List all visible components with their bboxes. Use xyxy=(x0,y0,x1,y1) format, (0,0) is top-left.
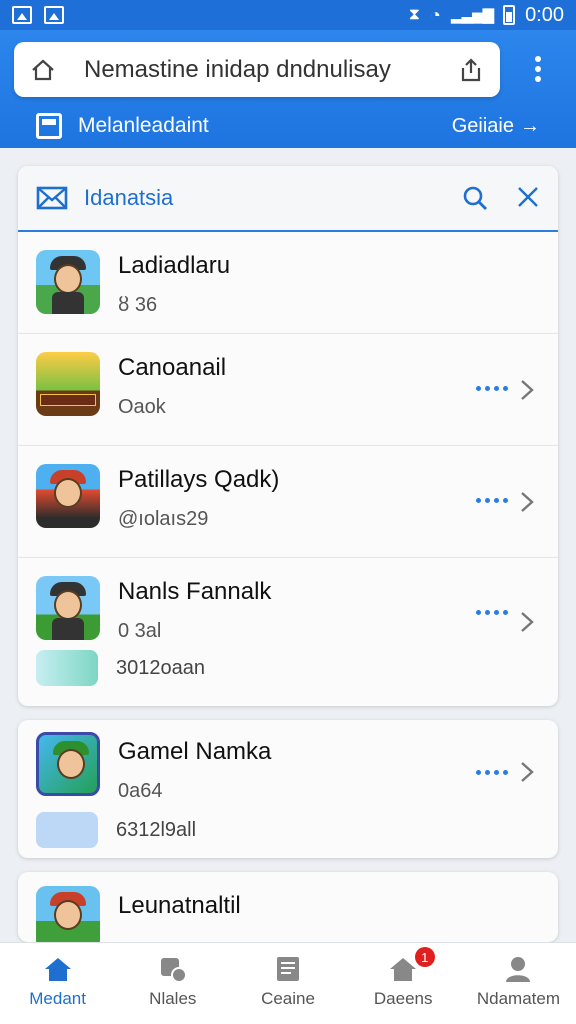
nav-label: Medant xyxy=(29,989,86,1008)
app-name: Nanls Fannalk xyxy=(118,578,272,605)
mail-icon xyxy=(36,186,68,210)
app-header: Nemastine inidap dndnulisay Melanleadain… xyxy=(0,30,576,148)
nav-label: Daeens xyxy=(373,989,433,1008)
status-time: 0:00 xyxy=(525,3,564,26)
home-icon[interactable] xyxy=(26,53,60,87)
nav-item-library[interactable]: Ceaine xyxy=(230,943,345,1024)
address-bar[interactable]: Nemastine inidap dndnulisay xyxy=(14,42,500,97)
search-icon[interactable] xyxy=(462,185,488,211)
app-name: Patillays Qadk) xyxy=(118,466,280,493)
more-menu-icon[interactable] xyxy=(524,52,552,86)
notification-badge: 1 xyxy=(414,947,435,967)
app-extra: 6312l9all xyxy=(36,812,196,848)
gallery-icon xyxy=(12,6,32,24)
app-thumbnail xyxy=(36,352,100,416)
more-dots-icon[interactable] xyxy=(476,385,508,391)
app-thumbnail xyxy=(36,576,100,640)
list-item[interactable]: Canoanail Oaok xyxy=(18,334,558,446)
app-thumbnail xyxy=(36,250,100,314)
app-extra: 3012oaan xyxy=(36,650,205,686)
app-name: Ladiadlaru xyxy=(118,252,231,279)
app-mini-thumbnail xyxy=(36,650,98,686)
more-dots-icon[interactable] xyxy=(476,610,508,615)
address-text[interactable]: Nemastine inidap dndnulisay xyxy=(60,56,454,84)
chevron-right-icon[interactable] xyxy=(516,490,538,514)
sub-header-action-label: Geiiaie xyxy=(451,114,514,137)
app-meta: 0 3al xyxy=(118,620,162,642)
app-thumbnail xyxy=(36,886,100,942)
arrow-right-icon: → xyxy=(520,114,540,137)
nav-item-profile[interactable]: Ndamatem xyxy=(461,943,576,1024)
more-dots-icon[interactable] xyxy=(476,497,508,503)
nav-item-updates[interactable]: 1 Daeens xyxy=(346,943,461,1024)
home-icon xyxy=(44,958,71,981)
app-extra-text: 3012oaan xyxy=(116,656,205,679)
nav-label: Nlales xyxy=(149,989,197,1008)
app-thumbnail xyxy=(36,732,100,796)
app-meta: 0a64 xyxy=(118,780,163,802)
list-item[interactable]: Gamel Namka 0a64 6312l9all xyxy=(18,720,558,858)
signal-icon: ▂▃▅▇ xyxy=(450,7,494,24)
more-dots-icon[interactable] xyxy=(476,770,508,775)
featured-card[interactable]: Leunatnaltil xyxy=(18,872,558,942)
bottom-nav: Medant Nlales Ceaine 1 Daeens Ndamatem xyxy=(0,942,576,1024)
list-item[interactable]: Leunatnaltil xyxy=(18,872,558,942)
vibrate-icon: ⧗ xyxy=(408,6,421,23)
nav-item-games[interactable]: Nlales xyxy=(115,943,230,1024)
chevron-right-icon[interactable] xyxy=(516,378,538,402)
document-icon xyxy=(277,957,299,981)
featured-card[interactable]: Gamel Namka 0a64 6312l9all xyxy=(18,720,558,858)
photo-icon xyxy=(44,6,64,24)
window-icon xyxy=(36,113,62,139)
app-meta: @ıolaıs29 xyxy=(118,508,209,530)
search-panel-header: Idanatsia xyxy=(18,166,558,232)
wifi-icon: ◔ xyxy=(430,4,441,25)
sub-header-action[interactable]: Geiiaie → xyxy=(452,115,540,138)
close-icon[interactable] xyxy=(516,185,540,209)
app-meta: Oaok xyxy=(118,396,166,418)
battery-icon xyxy=(503,5,516,25)
nav-label: Ndamatem xyxy=(476,989,560,1008)
app-name: Canoanail xyxy=(118,354,227,381)
house-icon xyxy=(390,958,417,981)
list-item[interactable]: Nanls Fannalk 0 3al 3012oaan xyxy=(18,558,558,704)
app-mini-thumbnail xyxy=(36,812,98,848)
chevron-right-icon[interactable] xyxy=(516,610,538,634)
sub-header: Melanleadaint Geiiaie → xyxy=(0,106,576,146)
nav-item-home[interactable]: Medant xyxy=(0,943,115,1024)
app-extra-text: 6312l9all xyxy=(116,818,197,841)
list-item[interactable]: Patillays Qadk) @ıolaıs29 xyxy=(18,446,558,558)
sub-header-title: Melanleadaint xyxy=(78,114,209,137)
app-thumbnail xyxy=(36,464,100,528)
app-name: Gamel Namka xyxy=(118,738,272,765)
status-bar: ⧗ ◔ ▂▃▅▇ 0:00 xyxy=(0,0,576,30)
share-icon[interactable] xyxy=(454,53,488,87)
nav-label: Ceaine xyxy=(261,989,315,1008)
game-icon xyxy=(160,958,187,983)
search-panel-title: Idanatsia xyxy=(84,185,174,210)
chevron-right-icon[interactable] xyxy=(516,760,538,784)
app-meta: ȣ 36 xyxy=(118,294,158,316)
app-list-card: Idanatsia Ladiadlaru ȣ 36 Canoanail Oaok… xyxy=(18,166,558,706)
list-item[interactable]: Ladiadlaru ȣ 36 xyxy=(18,232,558,334)
user-icon xyxy=(506,957,531,982)
app-name: Leunatnaltil xyxy=(118,892,241,919)
